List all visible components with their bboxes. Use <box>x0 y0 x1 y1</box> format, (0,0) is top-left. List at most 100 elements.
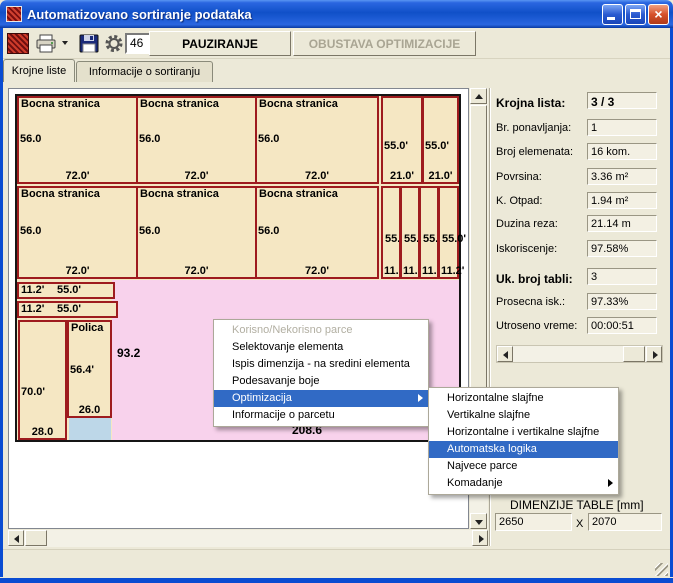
optimization-submenu: Horizontalne slajfne Vertikalne slajfne … <box>428 387 619 495</box>
cutting-layout-canvas[interactable]: Bocna stranica 56.0 72.0' Bocna stranica… <box>8 88 469 529</box>
close-button[interactable]: × <box>648 4 669 25</box>
minimize-button[interactable] <box>602 4 623 25</box>
menu-item-informacije-o-parcetu[interactable]: Informacije o parcetu <box>214 407 428 424</box>
save-icon[interactable] <box>78 33 100 54</box>
menu-item-label: Optimizacija <box>232 392 292 404</box>
pause-button[interactable]: PAUZIRANJE <box>149 31 291 56</box>
window-border-left <box>0 28 3 577</box>
panel-width-label: 72.0' <box>138 170 255 182</box>
panel-bocna-stranica-3[interactable]: Bocna stranica 56.0 72.0' <box>255 96 379 184</box>
print-dropdown-icon[interactable] <box>62 41 68 45</box>
panel-bocna-stranica-1[interactable]: Bocna stranica 56.0 72.0' <box>17 96 138 184</box>
scroll-left-button[interactable] <box>8 530 24 546</box>
menu-item-label: Korisno/Nekorisno parce <box>232 324 352 336</box>
stat-label: Uk. broj tabli: <box>496 272 573 286</box>
panel-name: Bocna stranica <box>259 98 338 110</box>
sheet-navigation-scrollbar[interactable] <box>496 345 663 363</box>
print-icon[interactable] <box>35 33 57 54</box>
panel-narrow-top-1[interactable]: 55.0' 21.0' <box>381 96 423 184</box>
panel-height-label: 56.0 <box>258 133 279 145</box>
panel-height-label: 55.0' <box>425 140 449 152</box>
offcut-piece[interactable] <box>69 418 111 440</box>
abort-optimization-button[interactable]: OBUSTAVA OPTIMIZACIJE <box>293 31 476 56</box>
strip-panel-1[interactable]: 11.2' 55.0' <box>17 282 115 299</box>
panel-polica[interactable]: Polica 56.4' 26.0 <box>67 320 112 418</box>
scroll-right-button[interactable] <box>472 530 488 546</box>
window-title: Automatizovano sortiranje podataka <box>27 7 252 22</box>
panel-width-label: 28.0 <box>20 426 65 438</box>
panel-height-label: 55.0' <box>384 140 408 152</box>
down-arrow-icon <box>475 520 483 525</box>
sheet-scroll-thumb[interactable] <box>623 346 645 362</box>
menu-item-label: Vertikalne slajfne <box>447 409 530 421</box>
menu-item-vertikalne-slajfne[interactable]: Vertikalne slajfne <box>429 407 618 424</box>
maximize-button[interactable] <box>625 4 646 25</box>
panel-width-label: 11.2' <box>402 265 418 277</box>
panel-bocna-stranica-5[interactable]: Bocna stranica 56.0 72.0' <box>136 186 257 279</box>
menu-item-label: Ispis dimenzija - na sredini elementa <box>232 358 410 370</box>
panel-narrow-mid-1[interactable]: 55.0' 11.2' <box>381 186 401 279</box>
table-width-input[interactable]: 2650 <box>495 513 572 531</box>
menu-item-label: Podesavanje boje <box>232 375 319 387</box>
resize-grip[interactable] <box>655 563 668 576</box>
menu-item-label: Selektovanje elementa <box>232 341 343 353</box>
minimize-icon <box>607 17 615 20</box>
panel-name: Bocna stranica <box>21 98 100 110</box>
menu-item-optimizacija[interactable]: Optimizacija <box>214 390 428 407</box>
strip-height-label: 11.2' <box>21 284 44 296</box>
panel-height-label: 55.0' <box>441 233 466 245</box>
horizontal-scroll-thumb[interactable] <box>25 530 47 546</box>
panel-bocna-stranica-2[interactable]: Bocna stranica 56.0 72.0' <box>136 96 257 184</box>
stat-label: Povrsina: <box>496 171 542 183</box>
menu-item-label: Automatska logika <box>447 443 537 455</box>
right-arrow-icon <box>653 351 658 359</box>
menu-item-komadanje[interactable]: Komadanje <box>429 475 618 492</box>
panel-height-label: 56.0 <box>258 225 279 237</box>
scroll-down-button[interactable] <box>470 513 487 529</box>
stat-value: 21.14 m <box>587 215 657 232</box>
panel-name: Bocna stranica <box>259 188 338 200</box>
settings-gear-icon[interactable] <box>103 33 125 54</box>
menu-item-label: Horizontalne i vertikalne slajfne <box>447 426 599 438</box>
stat-label: Duzina reza: <box>496 218 558 230</box>
panel-narrow-top-2[interactable]: 55.0' 21.0' <box>422 96 459 184</box>
table-height-input[interactable]: 2070 <box>588 513 662 531</box>
canvas-horizontal-scrollbar[interactable] <box>8 530 488 547</box>
stat-value: 00:00:51 <box>587 317 657 334</box>
menu-item-najvece-parce[interactable]: Najvece parce <box>429 458 618 475</box>
stat-label: Prosecna isk.: <box>496 296 565 308</box>
menu-item-horizontalne-slajfne[interactable]: Horizontalne slajfne <box>429 390 618 407</box>
menu-item-label: Informacije o parcetu <box>232 409 335 421</box>
window-border-bottom <box>0 578 673 583</box>
stat-label: Iskoriscenje: <box>496 243 557 255</box>
menu-item-ispis-dimenzija[interactable]: Ispis dimenzija - na sredini elementa <box>214 356 428 373</box>
panel-left-tall[interactable]: 70.0' 28.0 <box>18 320 67 440</box>
menu-item-selektovanje-elementa[interactable]: Selektovanje elementa <box>214 339 428 356</box>
tab-krojne-liste[interactable]: Krojne liste <box>3 59 75 82</box>
panel-bocna-stranica-4[interactable]: Bocna stranica 56.0 72.0' <box>17 186 138 279</box>
menu-item-automatska-logika[interactable]: Automatska logika <box>429 441 618 458</box>
menu-item-podesavanje-boje[interactable]: Podesavanje boje <box>214 373 428 390</box>
material-icon[interactable] <box>7 33 29 54</box>
panel-bocna-stranica-6[interactable]: Bocna stranica 56.0 72.0' <box>255 186 379 279</box>
strip-panel-2[interactable]: 11.2' 55.0' <box>17 301 118 318</box>
table-dimensions-title: DIMENZIJE TABLE [mm] <box>510 498 644 512</box>
menu-item-korisno-nekorisno-parce[interactable]: Korisno/Nekorisno parce <box>214 322 428 339</box>
up-arrow-icon <box>475 94 483 99</box>
left-arrow-icon <box>503 351 508 359</box>
scroll-up-button[interactable] <box>470 88 487 104</box>
panel-height-label: 56.0 <box>139 133 160 145</box>
strip-width-label: 55.0' <box>57 303 81 315</box>
panel-height-label: 56.4' <box>70 364 94 376</box>
panel-narrow-mid-4[interactable]: 55.0' 11.2' <box>438 186 459 279</box>
stat-value: 97.58% <box>587 240 657 257</box>
stat-label: K. Otpad: <box>496 195 542 207</box>
prev-sheet-button[interactable] <box>497 346 513 362</box>
next-sheet-button[interactable] <box>646 346 662 362</box>
panel-narrow-mid-3[interactable]: 55.0' 11.2' <box>419 186 439 279</box>
tab-informacije-o-sortiranju[interactable]: Informacije o sortiranju <box>76 61 213 82</box>
panel-narrow-mid-2[interactable]: 55.0' 11.2' <box>400 186 420 279</box>
stat-label: Utroseno vreme: <box>496 320 577 332</box>
stat-label: Broj elemenata: <box>496 146 573 158</box>
menu-item-horizontalne-i-vertikalne-slajfne[interactable]: Horizontalne i vertikalne slajfne <box>429 424 618 441</box>
